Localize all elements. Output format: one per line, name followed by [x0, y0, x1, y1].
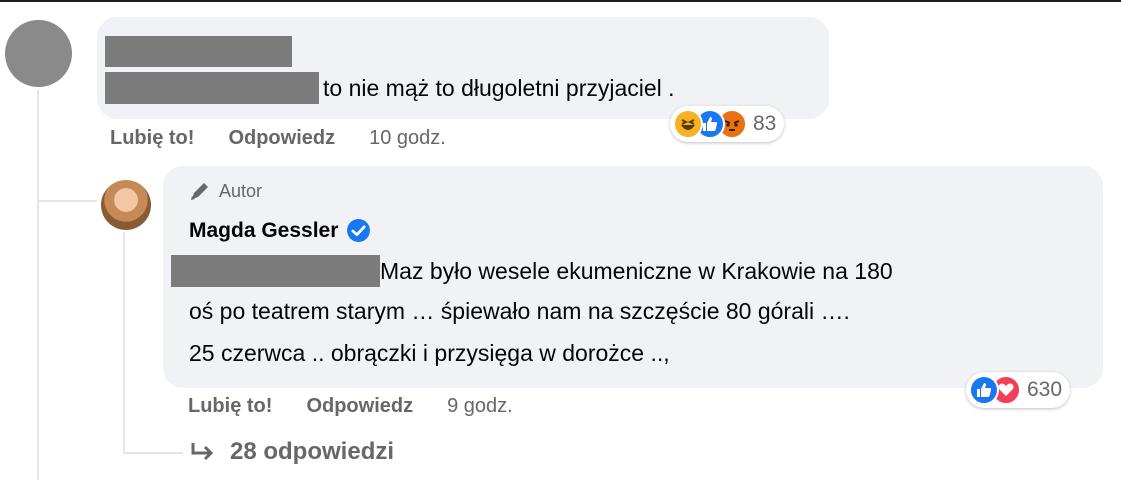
thread-branch [37, 200, 97, 202]
reply-bubble: Autor Magda Gessler Maz było wesele ekum… [163, 166, 1103, 388]
comment-reactions[interactable]: 83 [670, 106, 785, 142]
reply-thread-line [123, 232, 125, 454]
author-name[interactable]: Magda Gessler [189, 219, 338, 243]
reply-link[interactable]: Odpowiedz [228, 127, 335, 150]
haha-icon [673, 109, 703, 139]
author-badge-label: Autor [219, 180, 263, 201]
timestamp[interactable]: 10 godz. [369, 127, 446, 150]
reply-reactions[interactable]: 630 [966, 372, 1071, 408]
author-badge: Autor [189, 180, 262, 202]
reply-text-line: 25 czerwca .. obrączki i przysięga w dor… [189, 340, 670, 366]
redacted-mention [171, 255, 380, 287]
pen-icon [191, 183, 208, 200]
like-icon [969, 375, 999, 405]
timestamp[interactable]: 9 godz. [447, 395, 513, 418]
reply-link[interactable]: Odpowiedz [306, 395, 413, 418]
comment-bubble: to nie mąż to długoletni przyjaciel . [97, 17, 829, 119]
verified-icon [347, 219, 371, 242]
author-name-row: Magda Gessler [189, 218, 371, 243]
view-replies-link[interactable]: 28 odpowiedzi [190, 438, 394, 466]
top-divider [0, 0, 1121, 2]
reply-thread-branch [123, 452, 183, 454]
reply-arrow-icon [191, 443, 214, 461]
commenter-avatar[interactable] [5, 20, 72, 87]
reply-text-line: oś po teatrem starym … śpiewało nam na s… [189, 298, 850, 324]
redacted-text [105, 72, 319, 104]
reaction-count: 83 [753, 112, 777, 135]
like-link[interactable]: Lubię to! [188, 395, 272, 418]
comment-actions: Lubię to! Odpowiedz 10 godz. [110, 127, 480, 150]
reply-text-line: Maz było wesele ekumeniczne w Krakowie n… [380, 258, 893, 284]
comment-text: to nie mąż to długoletni przyjaciel . [323, 75, 675, 101]
reply-actions: Lubię to! Odpowiedz 9 godz. [188, 395, 547, 418]
reaction-count: 630 [1027, 378, 1063, 401]
thread-line [37, 90, 39, 480]
view-replies-label: 28 odpowiedzi [230, 438, 395, 465]
like-link[interactable]: Lubię to! [110, 127, 194, 150]
author-avatar[interactable] [101, 180, 151, 230]
redacted-commenter-name [105, 36, 292, 67]
